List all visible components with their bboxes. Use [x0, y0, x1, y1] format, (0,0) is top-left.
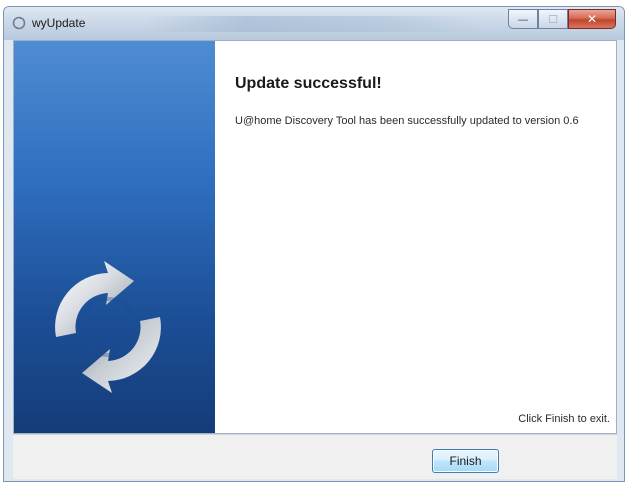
button-bar: Finish	[13, 434, 617, 479]
caption-buttons: — ☐ ✕	[508, 9, 620, 31]
title-bar-glass	[144, 16, 484, 32]
minimize-icon: —	[517, 12, 529, 26]
sync-arrows-icon	[55, 261, 161, 393]
update-icon	[12, 16, 26, 30]
close-button[interactable]: ✕	[568, 9, 616, 29]
maximize-icon: ☐	[548, 12, 558, 26]
maximize-button[interactable]: ☐	[538, 9, 568, 29]
finish-button[interactable]: Finish	[432, 449, 499, 473]
close-icon: ✕	[586, 12, 598, 26]
update-window: wyUpdate — ☐ ✕ Update successful! U@home…	[3, 6, 625, 482]
page-title: Update successful!	[235, 75, 382, 92]
title-bar[interactable]: wyUpdate — ☐ ✕	[4, 7, 624, 40]
side-banner	[14, 41, 215, 433]
minimize-button[interactable]: —	[508, 9, 538, 29]
exit-hint: Click Finish to exit.	[518, 413, 610, 425]
window-title: wyUpdate	[32, 16, 86, 30]
status-message: U@home Discovery Tool has been successfu…	[235, 115, 579, 127]
wizard-body: Update successful! U@home Discovery Tool…	[13, 40, 617, 434]
